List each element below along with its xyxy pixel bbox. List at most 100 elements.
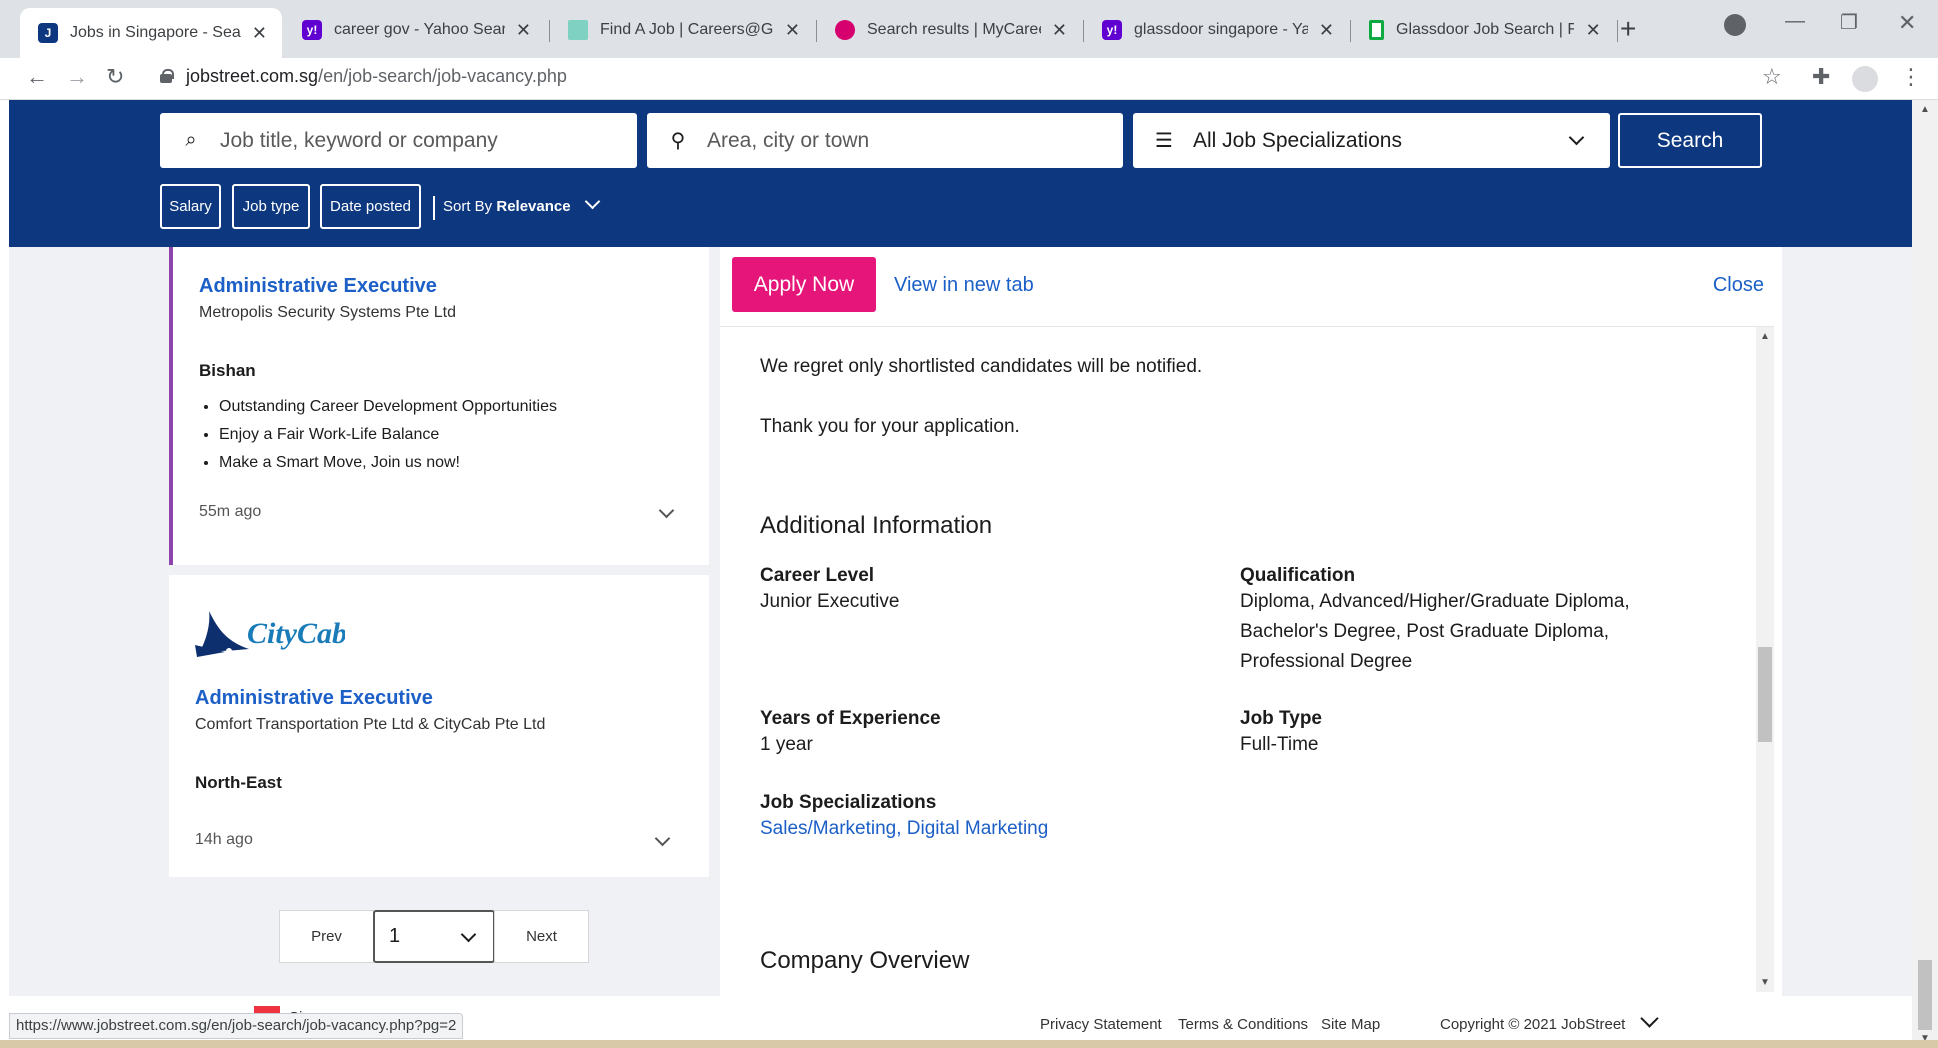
location-pin-icon: ⚲ xyxy=(670,130,686,152)
filter-job-type[interactable]: Job type xyxy=(232,184,310,229)
sitemap-link[interactable]: Site Map xyxy=(1321,1016,1380,1033)
company-name[interactable]: Comfort Transportation Pte Ltd & CityCab… xyxy=(195,716,545,734)
job-detail-panel: Apply Now View in new tab Close We regre… xyxy=(720,247,1782,1048)
keyword-search-input[interactable]: ⌕ Job title, keyword or company xyxy=(160,113,637,168)
qualification-line: Professional Degree xyxy=(1240,651,1413,672)
job-highlights: Outstanding Career Development Opportuni… xyxy=(199,393,557,477)
specialization-link[interactable]: Sales/Marketing xyxy=(760,818,896,839)
tab-title: Search results | MyCareersFuture xyxy=(867,21,1041,38)
tab-close-icon[interactable]: ✕ xyxy=(1318,20,1335,41)
location-placeholder: Area, city or town xyxy=(707,128,870,152)
tab-yahoo-career-gov[interactable]: y! career gov - Yahoo Search Results ✕ xyxy=(284,8,546,52)
copyright-text: Copyright © 2021 JobStreet xyxy=(1440,1016,1626,1033)
location-input[interactable]: ⚲ Area, city or town xyxy=(647,113,1123,168)
detail-scroll-thumb[interactable] xyxy=(1758,647,1772,742)
privacy-link[interactable]: Privacy Statement xyxy=(1040,1016,1162,1033)
back-arrow-icon[interactable]: ← xyxy=(26,64,48,90)
highlight-item: Outstanding Career Development Opportuni… xyxy=(219,393,557,421)
window-close-icon[interactable]: ✕ xyxy=(1898,10,1916,36)
filter-salary[interactable]: Salary xyxy=(160,184,221,229)
minimize-icon[interactable]: — xyxy=(1785,10,1805,33)
status-url-bubble: https://www.jobstreet.com.sg/en/job-sear… xyxy=(9,1013,464,1039)
job-location: North-East xyxy=(195,773,282,792)
terms-link[interactable]: Terms & Conditions xyxy=(1178,1016,1308,1033)
tab-glassdoor[interactable]: Glassdoor Job Search | Find Jobs ✕ xyxy=(1351,8,1616,52)
close-detail-link[interactable]: Close xyxy=(1713,274,1764,297)
qualification-line: Diploma, Advanced/Higher/Graduate Diplom… xyxy=(1240,591,1630,612)
next-page-button[interactable]: Next xyxy=(494,910,589,963)
mycareersfuture-favicon-icon xyxy=(835,20,855,40)
tab-mycareersfuture[interactable]: Search results | MyCareersFuture ✕ xyxy=(817,8,1082,52)
search-button[interactable]: Search xyxy=(1618,113,1762,168)
posted-time: 55m ago xyxy=(199,503,262,520)
highlight-item: Enjoy a Fair Work-Life Balance xyxy=(219,421,557,449)
careers-gov-favicon-icon xyxy=(568,20,588,40)
job-card[interactable]: CityCab Administrative Executive Comfort… xyxy=(169,575,709,877)
url-path: /en/job-search/job-vacancy.php xyxy=(318,66,567,86)
tab-close-icon[interactable]: ✕ xyxy=(1051,20,1068,41)
highlight-item: Make a Smart Move, Join us now! xyxy=(219,449,557,477)
tab-close-icon[interactable]: ✕ xyxy=(515,20,532,41)
detail-scrollbar[interactable]: ▲ ▼ xyxy=(1756,327,1774,992)
tab-close-icon[interactable]: ✕ xyxy=(1584,20,1602,41)
forward-arrow-icon[interactable]: → xyxy=(66,64,88,90)
tab-yahoo-glassdoor[interactable]: y! glassdoor singapore - Yahoo Search ✕ xyxy=(1084,8,1349,52)
apply-now-button[interactable]: Apply Now xyxy=(732,257,876,312)
experience-value: 1 year xyxy=(760,734,813,755)
tab-close-icon[interactable]: ✕ xyxy=(784,20,801,41)
job-specializations-value: Sales/Marketing, Digital Marketing xyxy=(760,814,1048,844)
page-scrollbar[interactable]: ▲ ▼ xyxy=(1912,100,1938,1048)
address-toolbar: ← → ↻ jobstreet.com.sg/en/job-search/job… xyxy=(0,58,1938,100)
page-select[interactable]: 1 xyxy=(373,910,495,963)
tab-close-icon[interactable]: ✕ xyxy=(251,23,268,44)
career-level-value: Junior Executive xyxy=(760,591,900,612)
bookmark-star-icon[interactable]: ☆ xyxy=(1762,64,1782,90)
page-scroll-thumb[interactable] xyxy=(1918,960,1932,1030)
job-specializations-label: Job Specializations xyxy=(760,792,937,813)
job-type-value: Full-Time xyxy=(1240,734,1319,755)
job-card-selected[interactable]: Administrative Executive Metropolis Secu… xyxy=(169,247,709,565)
tab-title: Jobs in Singapore - Search Jobs xyxy=(70,24,241,41)
specialization-people-icon: ☰ xyxy=(1155,130,1173,152)
desktop-strip xyxy=(0,1040,1938,1048)
tab-search-icon[interactable] xyxy=(1724,14,1746,36)
expand-chevron-icon[interactable] xyxy=(654,830,671,847)
specialization-select[interactable]: ☰ All Job Specializations xyxy=(1133,113,1610,168)
job-type-label: Job Type xyxy=(1240,708,1322,729)
citycab-logo: CityCab xyxy=(195,605,347,661)
new-tab-plus-icon[interactable]: + xyxy=(1620,14,1636,44)
job-title-link[interactable]: Administrative Executive xyxy=(195,687,545,710)
clipped-text-line xyxy=(760,321,1080,327)
prev-page-button[interactable]: Prev xyxy=(279,910,374,963)
thanks-text: Thank you for your application. xyxy=(760,416,1020,437)
scroll-up-arrow-icon[interactable]: ▲ xyxy=(1760,331,1770,342)
tab-jobstreet[interactable]: J Jobs in Singapore - Search Jobs ✕ xyxy=(20,8,282,58)
sort-by-dropdown[interactable]: Sort By Relevance xyxy=(433,193,601,220)
page-value: 1 xyxy=(389,925,401,947)
scroll-down-arrow-icon[interactable]: ▼ xyxy=(1760,977,1770,988)
specialization-link[interactable]: Digital Marketing xyxy=(907,818,1049,839)
footer-chevron-down-icon[interactable] xyxy=(1640,1009,1659,1028)
sort-prefix: Sort By xyxy=(443,198,493,215)
view-in-new-tab-link[interactable]: View in new tab xyxy=(894,274,1034,297)
job-title-link[interactable]: Administrative Executive xyxy=(199,275,456,298)
profile-avatar-icon[interactable] xyxy=(1852,66,1878,92)
career-level-label: Career Level xyxy=(760,565,875,586)
menu-kebab-icon[interactable]: ⋮ xyxy=(1900,64,1922,90)
filter-date-posted[interactable]: Date posted xyxy=(320,184,421,229)
specialization-separator: , xyxy=(896,818,907,839)
qualification-label: Qualification xyxy=(1240,565,1356,586)
company-name[interactable]: Metropolis Security Systems Pte Ltd xyxy=(199,304,456,322)
expand-chevron-icon[interactable] xyxy=(658,502,675,519)
extensions-puzzle-icon[interactable]: ✚ xyxy=(1812,64,1830,90)
sort-value: Relevance xyxy=(496,198,571,215)
page-viewport: ⌕ Job title, keyword or company ⚲ Area, … xyxy=(9,100,1921,1048)
chevron-down-icon xyxy=(584,193,601,210)
yahoo-favicon-icon: y! xyxy=(302,20,322,40)
detail-action-bar: Apply Now View in new tab Close xyxy=(720,247,1774,327)
restore-icon[interactable]: ❐ xyxy=(1840,10,1858,35)
scroll-up-arrow-icon[interactable]: ▲ xyxy=(1920,104,1930,115)
reload-icon[interactable]: ↻ xyxy=(106,64,124,90)
url-field[interactable]: jobstreet.com.sg/en/job-search/job-vacan… xyxy=(160,66,567,87)
tab-careers-gov[interactable]: Find A Job | Careers@Gov ✕ xyxy=(550,8,815,52)
